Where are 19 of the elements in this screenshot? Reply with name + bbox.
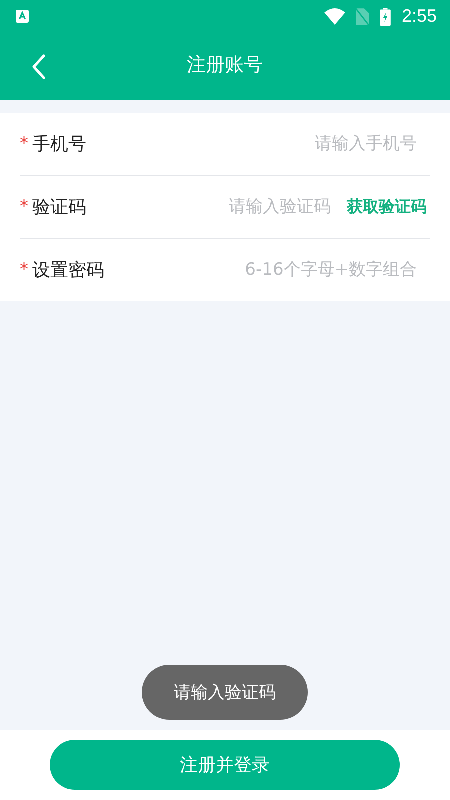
field-label: 验证码 (32, 196, 86, 219)
wifi-icon (324, 8, 346, 25)
required-mark: * (20, 134, 28, 154)
app-notification-icon (16, 10, 29, 23)
back-icon[interactable] (32, 54, 46, 80)
input-field[interactable]: 请输入手机号 (86, 134, 430, 154)
toast-message: 请输入验证码 (142, 665, 308, 720)
input-field[interactable]: 6-16个字母+数字组合 (104, 260, 430, 280)
field-label: 手机号 (32, 133, 86, 156)
required-mark: * (20, 260, 28, 280)
register-button[interactable]: 注册并登录 (50, 740, 400, 790)
battery-charging-icon (378, 8, 392, 26)
input-field[interactable]: 请输入验证码 (86, 197, 347, 217)
no-sim-icon (356, 8, 369, 26)
field-label: 设置密码 (32, 259, 104, 282)
page-title: 注册账号 (187, 52, 263, 78)
get-code-button[interactable]: 获取验证码 (347, 196, 430, 218)
required-mark: * (20, 197, 28, 217)
status-time: 2:55 (402, 6, 437, 27)
